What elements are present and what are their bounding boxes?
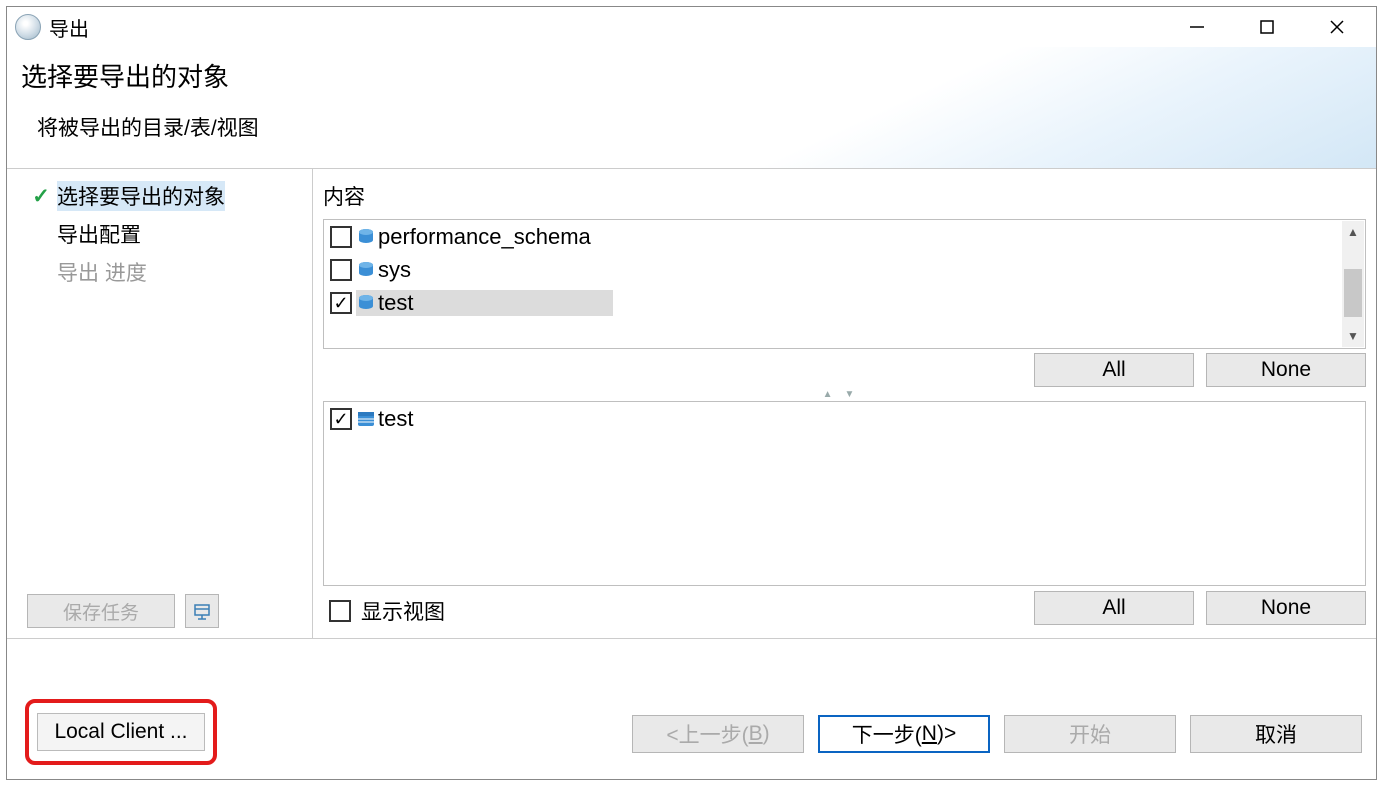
- database-name: sys: [378, 257, 411, 283]
- minimize-button[interactable]: [1180, 13, 1214, 41]
- database-row[interactable]: performance_schema: [324, 220, 1365, 253]
- table-list[interactable]: test: [323, 401, 1366, 586]
- db-select-none-button[interactable]: None: [1206, 353, 1366, 387]
- show-views-label: 显示视图: [361, 596, 445, 626]
- step-export-progress: 导出 进度: [27, 253, 302, 291]
- tbl-select-all-button[interactable]: All: [1034, 591, 1194, 625]
- tbl-select-none-button[interactable]: None: [1206, 591, 1366, 625]
- content-label: 内容: [323, 175, 1366, 219]
- database-icon: [356, 293, 376, 313]
- titlebar: 导出: [7, 7, 1376, 47]
- checkbox[interactable]: [330, 292, 352, 314]
- checkbox[interactable]: [330, 226, 352, 248]
- database-list[interactable]: performance_schema sys: [323, 219, 1366, 349]
- database-icon: [356, 227, 376, 247]
- step-label: 导出配置: [57, 219, 141, 249]
- main-pane: 内容 performance_schema: [313, 169, 1376, 638]
- database-row[interactable]: sys: [324, 253, 1365, 286]
- step-label: 导出 进度: [57, 257, 147, 287]
- app-icon: [15, 14, 41, 40]
- checkbox[interactable]: [330, 259, 352, 281]
- scroll-up-icon[interactable]: ▲: [1342, 221, 1364, 243]
- table-name: test: [378, 406, 413, 432]
- table-icon: [356, 409, 376, 429]
- step-label: 选择要导出的对象: [57, 181, 225, 211]
- footer: Local Client ... <上一步(B) 下一步(N)> 开始 取消: [7, 639, 1376, 779]
- show-views-group: 显示视图: [323, 590, 445, 626]
- scroll-down-icon[interactable]: ▼: [1342, 325, 1364, 347]
- scrollbar[interactable]: ▲ ▼: [1342, 221, 1364, 347]
- steps-pane: ✓ 选择要导出的对象 导出配置 导出 进度 保存任务: [7, 169, 313, 638]
- tbl-button-row: 显示视图 All None: [323, 586, 1366, 630]
- save-task-button[interactable]: 保存任务: [27, 594, 175, 628]
- export-dialog: 导出 选择要导出的对象 将被导出的目录/表/视图 ✓ 选择要导出的对象: [6, 6, 1377, 780]
- window-controls: [1180, 13, 1368, 41]
- local-client-highlight: Local Client ...: [25, 699, 217, 765]
- next-button[interactable]: 下一步(N)>: [818, 715, 990, 753]
- database-name: test: [378, 290, 413, 316]
- page-title: 选择要导出的对象: [21, 57, 1362, 94]
- db-select-all-button[interactable]: All: [1034, 353, 1194, 387]
- database-row[interactable]: test: [324, 286, 1365, 319]
- scroll-thumb[interactable]: [1344, 269, 1362, 317]
- step-list: ✓ 选择要导出的对象 导出配置 导出 进度: [27, 177, 302, 291]
- maximize-button[interactable]: [1250, 13, 1284, 41]
- database-icon: [356, 260, 376, 280]
- show-views-checkbox[interactable]: [329, 600, 351, 622]
- checkbox[interactable]: [330, 408, 352, 430]
- back-button[interactable]: <上一步(B): [632, 715, 804, 753]
- db-button-row: All None: [323, 349, 1366, 391]
- database-list-container: performance_schema sys: [323, 219, 1366, 349]
- table-row[interactable]: test: [324, 402, 1365, 435]
- check-icon: ✓: [29, 184, 53, 209]
- steps-bottom: 保存任务: [27, 594, 302, 628]
- step-export-config[interactable]: 导出配置: [27, 215, 302, 253]
- local-client-button[interactable]: Local Client ...: [37, 713, 205, 751]
- task-config-icon-button[interactable]: [185, 594, 219, 628]
- database-name: performance_schema: [378, 224, 591, 250]
- page-subtitle: 将被导出的目录/表/视图: [37, 112, 1362, 142]
- cancel-button[interactable]: 取消: [1190, 715, 1362, 753]
- nav-buttons: <上一步(B) 下一步(N)> 开始 取消: [632, 715, 1362, 753]
- step-select-objects[interactable]: ✓ 选择要导出的对象: [27, 177, 302, 215]
- close-button[interactable]: [1320, 13, 1354, 41]
- header: 选择要导出的对象 将被导出的目录/表/视图: [7, 47, 1376, 169]
- splitter[interactable]: ▲▼: [323, 391, 1366, 401]
- start-button[interactable]: 开始: [1004, 715, 1176, 753]
- window-title: 导出: [49, 13, 89, 42]
- content: ✓ 选择要导出的对象 导出配置 导出 进度 保存任务: [7, 169, 1376, 639]
